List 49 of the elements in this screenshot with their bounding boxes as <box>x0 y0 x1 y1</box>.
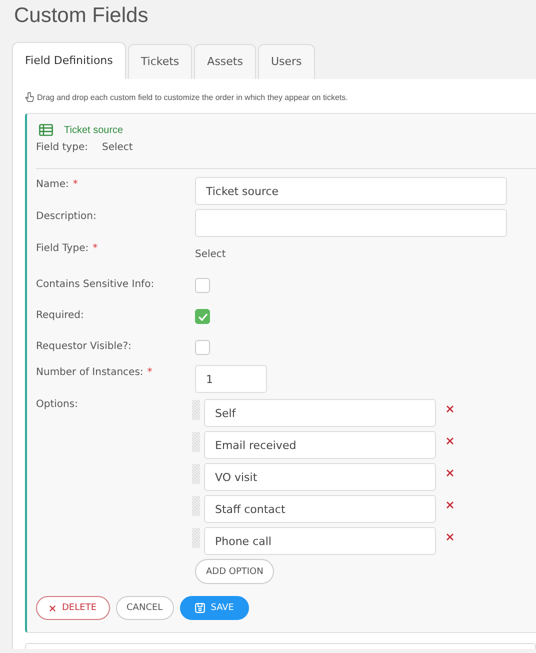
checkbox[interactable] <box>195 309 210 324</box>
field-label: Number of Instances: <box>36 367 144 380</box>
field-label: Options: <box>36 399 78 412</box>
table-icon <box>39 124 53 136</box>
required-asterisk: * <box>147 367 152 380</box>
tab[interactable]: Field Definitions <box>12 42 126 79</box>
close-icon <box>49 604 56 612</box>
option-field[interactable]: Self <box>204 399 436 427</box>
input-field[interactable]: Ticket source <box>195 177 507 205</box>
input-field[interactable]: 1 <box>195 365 267 393</box>
drag-handle[interactable] <box>192 496 200 516</box>
remove-icon[interactable] <box>446 469 454 477</box>
required-asterisk: * <box>72 179 78 192</box>
input-field[interactable] <box>195 209 507 237</box>
remove-icon[interactable] <box>446 533 454 541</box>
checkbox[interactable] <box>195 340 210 355</box>
field-label: Name: <box>36 179 69 192</box>
field-label: Field Type: <box>36 243 89 256</box>
drag-handle[interactable] <box>192 400 200 420</box>
drag-handle[interactable] <box>192 464 200 484</box>
remove-icon[interactable] <box>446 501 454 509</box>
add-option-button[interactable]: ADD OPTION <box>195 559 274 584</box>
delete-button[interactable]: DELETE <box>36 596 110 620</box>
tab[interactable]: Users <box>258 44 315 79</box>
field-value: Select <box>195 248 226 260</box>
option-field[interactable]: VO visit <box>204 463 436 491</box>
required-asterisk: * <box>92 243 98 256</box>
page-title: Custom Fields <box>13 3 150 29</box>
checkbox[interactable] <box>195 278 210 293</box>
remove-icon[interactable] <box>446 405 454 413</box>
drag-handle[interactable] <box>192 528 200 548</box>
hand-pointer-icon <box>25 92 34 102</box>
tab[interactable]: Tickets <box>128 44 192 79</box>
cancel-button[interactable]: CANCEL <box>116 596 174 620</box>
option-field[interactable]: Email received <box>204 431 436 459</box>
remove-icon[interactable] <box>446 437 454 445</box>
field-label: Contains Sensitive Info: <box>36 279 154 292</box>
field-label: Description: <box>36 211 96 224</box>
field-name-link[interactable]: Ticket source <box>64 124 124 136</box>
drag-handle[interactable] <box>192 432 200 452</box>
option-field[interactable]: Staff contact <box>204 495 436 523</box>
field-label: Required: <box>36 310 84 323</box>
tab[interactable]: Assets <box>194 44 256 79</box>
field-type-label: Field type: <box>36 142 88 155</box>
checkmark-icon <box>198 312 208 320</box>
option-field[interactable]: Phone call <box>204 527 436 555</box>
field-label: Requestor Visible?: <box>36 341 132 354</box>
hint-text: Drag and drop each custom field to customize the order in which they appear on tickets. <box>37 92 348 102</box>
field-type-value: Select <box>102 142 133 155</box>
